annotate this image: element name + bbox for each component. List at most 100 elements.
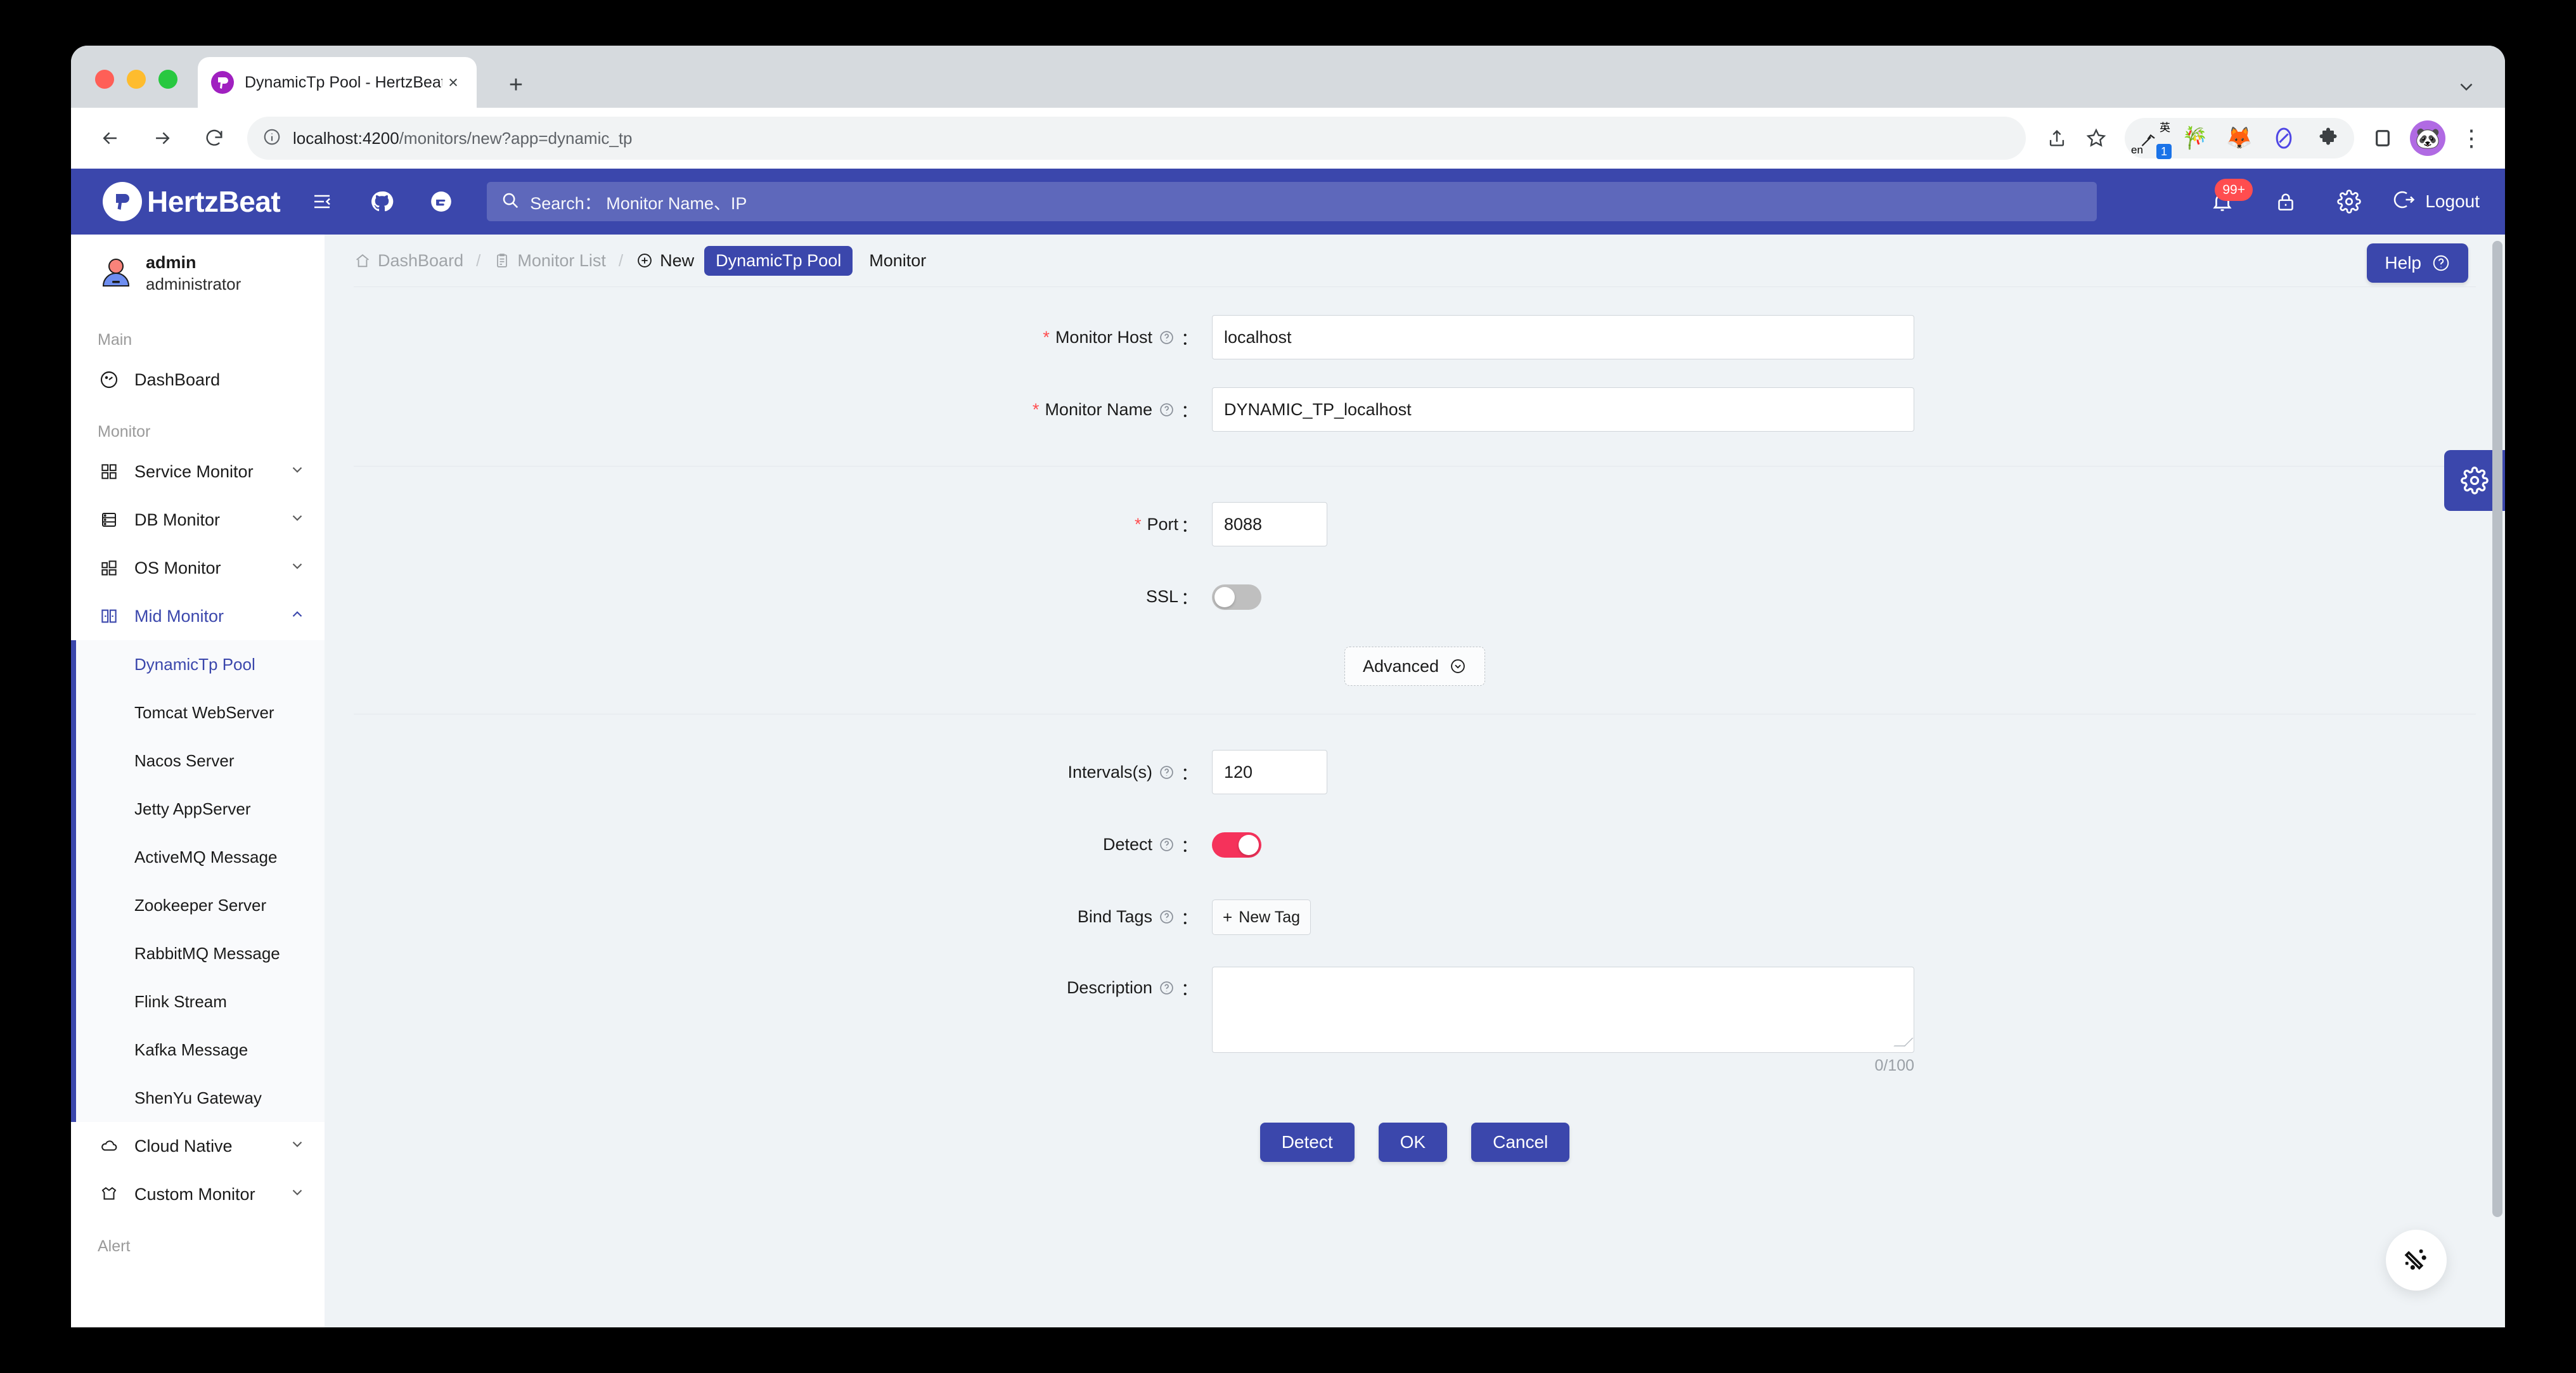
- sidebar-item-dashboard[interactable]: DashBoard: [71, 356, 325, 404]
- clipboard-icon: [493, 252, 511, 269]
- reload-icon[interactable]: [191, 115, 237, 161]
- bind-tags-label-text: Bind Tags: [1077, 906, 1152, 926]
- app-brand-label: HertzBeat: [147, 185, 281, 218]
- question-circle-icon[interactable]: [1159, 764, 1175, 780]
- sidebar-subitem-shenyu-gateway[interactable]: ShenYu Gateway: [71, 1074, 325, 1122]
- sidebar-user[interactable]: admin administrator: [71, 235, 325, 312]
- share-icon[interactable]: [2037, 119, 2077, 158]
- detect-button[interactable]: Detect: [1259, 1123, 1355, 1162]
- browser-tab-title: DynamicTp Pool - HertzBeat: [245, 73, 442, 91]
- content-scrollbar[interactable]: [2492, 241, 2502, 1217]
- address-bar[interactable]: localhost:4200/monitors/new?app=dynamic_…: [247, 117, 2026, 160]
- sidebar-item-service-monitor[interactable]: Service Monitor: [71, 448, 325, 496]
- gear-icon[interactable]: [2329, 181, 2369, 222]
- help-button[interactable]: Help: [2367, 243, 2468, 283]
- breadcrumb-new[interactable]: New: [636, 251, 694, 271]
- sidebar-item-cloud-native[interactable]: Cloud Native: [71, 1122, 325, 1170]
- sidebar-subitem-kafka-message[interactable]: Kafka Message: [71, 1026, 325, 1074]
- puzzle-extensions-icon[interactable]: [2309, 119, 2348, 158]
- quillbot-extension-icon[interactable]: [2264, 119, 2303, 158]
- notifications-button[interactable]: 99+: [2202, 179, 2253, 222]
- input-method-extension-icon[interactable]: 英 en 1: [2131, 119, 2172, 159]
- monitor-form: * Monitor Host ： localhost * Monitor Nam…: [325, 287, 2505, 1162]
- clap-extension-icon[interactable]: 🎋: [2175, 119, 2215, 158]
- sidebar-subitem-tomcat-webserver[interactable]: Tomcat WebServer: [71, 688, 325, 737]
- monitor-host-label: * Monitor Host ：: [325, 315, 1212, 359]
- description-label: Description ：: [325, 967, 1212, 1000]
- sidebar-item-custom-monitor[interactable]: Custom Monitor: [71, 1170, 325, 1218]
- port-input[interactable]: 8088: [1212, 502, 1327, 546]
- description-textarea[interactable]: [1212, 967, 1914, 1053]
- ssl-toggle[interactable]: [1212, 584, 1261, 610]
- chevron-down-icon: [289, 1184, 306, 1205]
- close-icon[interactable]: ×: [442, 72, 464, 93]
- sidebar-subitem-rabbitmq-message[interactable]: RabbitMQ Message: [71, 929, 325, 977]
- sidebar-item-label: Service Monitor: [134, 461, 254, 481]
- ssl-label: SSL ：: [325, 574, 1212, 619]
- new-tag-button[interactable]: + New Tag: [1212, 899, 1311, 935]
- question-circle-icon[interactable]: [1159, 909, 1175, 925]
- logout-button[interactable]: Logout: [2393, 188, 2480, 216]
- star-icon[interactable]: [2077, 119, 2116, 158]
- metamask-extension-icon[interactable]: 🦊: [2220, 119, 2259, 158]
- form-row-ssl: SSL ：: [325, 574, 2505, 619]
- back-arrow-icon[interactable]: [87, 115, 133, 161]
- hertzbeat-logo-icon: [103, 182, 142, 221]
- sidebar-item-label: OS Monitor: [134, 558, 221, 577]
- breadcrumb-monitor-list[interactable]: Monitor List: [493, 251, 606, 271]
- magic-wand-fab[interactable]: [2386, 1230, 2447, 1291]
- question-circle-icon[interactable]: [1159, 980, 1175, 996]
- sidebar-subitem-jetty-appserver[interactable]: Jetty AppServer: [71, 785, 325, 833]
- breadcrumb-chip: DynamicTp Pool: [704, 245, 853, 276]
- question-circle-icon[interactable]: [1159, 330, 1175, 345]
- intervals-input[interactable]: 120: [1212, 750, 1327, 794]
- detect-toggle[interactable]: [1212, 832, 1261, 858]
- breadcrumb-dashboard[interactable]: DashBoard: [354, 251, 463, 271]
- menu-collapse-icon[interactable]: [304, 184, 340, 219]
- sidebar-item-mid-monitor[interactable]: Mid Monitor: [71, 592, 325, 640]
- label-colon: ：: [1181, 516, 1198, 536]
- gitee-icon[interactable]: [423, 184, 459, 219]
- database-icon: [98, 510, 120, 529]
- form-row-bind-tags: Bind Tags ： + New Tag: [325, 894, 2505, 939]
- close-window-button[interactable]: [95, 70, 114, 89]
- ok-button[interactable]: OK: [1378, 1123, 1448, 1162]
- profile-avatar[interactable]: 🐼: [2410, 120, 2445, 156]
- global-search-input[interactable]: Search： Monitor Name、IP: [487, 182, 2097, 221]
- new-tab-button[interactable]: +: [502, 71, 530, 99]
- info-circle-icon[interactable]: [262, 127, 281, 150]
- browser-toolbar: localhost:4200/monitors/new?app=dynamic_…: [71, 108, 2505, 169]
- minimize-window-button[interactable]: [127, 70, 146, 89]
- cancel-button[interactable]: Cancel: [1471, 1123, 1570, 1162]
- github-icon[interactable]: [364, 184, 399, 219]
- sidebar-subitem-dynamictp-pool[interactable]: DynamicTp Pool: [71, 640, 325, 688]
- sidebar-subitem-activemq-message[interactable]: ActiveMQ Message: [71, 833, 325, 881]
- monitor-host-input[interactable]: localhost: [1212, 315, 1914, 359]
- app-brand[interactable]: HertzBeat: [103, 182, 281, 221]
- maximize-window-button[interactable]: [158, 70, 177, 89]
- user-avatar: [98, 255, 134, 292]
- lock-icon[interactable]: [2265, 181, 2306, 222]
- browser-tab[interactable]: DynamicTp Pool - HertzBeat ×: [198, 57, 477, 108]
- sidebar-subitem-zookeeper-server[interactable]: Zookeeper Server: [71, 881, 325, 929]
- chevron-down-icon[interactable]: [2456, 76, 2477, 101]
- sidebar-subitem-flink-stream[interactable]: Flink Stream: [71, 977, 325, 1026]
- sidepanel-icon[interactable]: [2363, 119, 2402, 158]
- sidebar-user-text: admin administrator: [146, 252, 241, 294]
- forward-arrow-icon[interactable]: [139, 115, 185, 161]
- sidebar-item-db-monitor[interactable]: DB Monitor: [71, 496, 325, 544]
- hertzbeat-favicon: [210, 70, 235, 94]
- question-circle-icon[interactable]: [1159, 402, 1175, 418]
- label-colon: ：: [1181, 588, 1198, 608]
- browser-menu-button[interactable]: ⋮: [2452, 119, 2491, 158]
- question-circle-icon[interactable]: [1159, 837, 1175, 853]
- form-row-port: * Port ： 8088: [325, 502, 2505, 546]
- chevron-down-icon: [289, 461, 306, 482]
- toolbar-right-cluster: 英 en 1 🎋 🦊 🐼 ⋮: [2037, 118, 2505, 159]
- sidebar-item-os-monitor[interactable]: OS Monitor: [71, 544, 325, 592]
- advanced-toggle-button[interactable]: Advanced: [1344, 647, 1486, 686]
- sidebar-subitem-nacos-server[interactable]: Nacos Server: [71, 737, 325, 785]
- monitor-name-input[interactable]: DYNAMIC_TP_localhost: [1212, 387, 1914, 432]
- shirt-icon: [98, 1185, 120, 1204]
- sidebar-item-label: Cloud Native: [134, 1136, 233, 1156]
